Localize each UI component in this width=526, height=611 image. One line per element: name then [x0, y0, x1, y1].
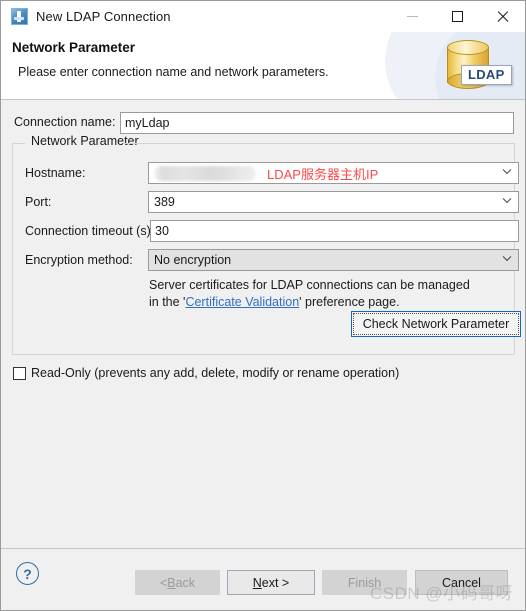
maximize-icon — [452, 11, 463, 22]
chevron-down-icon — [503, 170, 511, 178]
window-title: New LDAP Connection — [36, 9, 171, 24]
read-only-label: Read-Only (prevents any add, delete, mod… — [31, 366, 400, 380]
page-title: Network Parameter — [12, 40, 136, 55]
connection-timeout-input[interactable] — [150, 220, 519, 242]
minimize-button[interactable] — [390, 1, 435, 32]
connection-timeout-label: Connection timeout (s): — [25, 224, 155, 238]
chevron-down-icon — [503, 199, 511, 207]
connection-name-input[interactable] — [120, 112, 514, 134]
read-only-checkbox-row[interactable]: Read-Only (prevents any add, delete, mod… — [13, 366, 399, 380]
page-subtitle: Please enter connection name and network… — [18, 65, 329, 79]
hostname-label: Hostname: — [25, 166, 86, 180]
back-button: < Back — [135, 570, 220, 595]
help-icon[interactable]: ? — [16, 562, 39, 585]
window-controls — [390, 1, 525, 32]
finish-button: Finish — [322, 570, 407, 595]
ldap-app-icon — [11, 8, 28, 25]
back-button-suffix: ack — [175, 575, 196, 590]
port-combobox[interactable]: 389 — [148, 191, 519, 213]
hostname-combobox[interactable]: LDAP服务器主机IP — [148, 162, 519, 184]
connection-name-row: Connection name: — [1, 112, 525, 134]
dialog-body: Connection name: Network Parameter Hostn… — [1, 100, 525, 548]
cancel-button[interactable]: Cancel — [415, 570, 508, 595]
back-button-mnemonic: B — [167, 575, 176, 590]
cancel-button-label: Cancel — [442, 575, 481, 590]
maximize-button[interactable] — [435, 1, 480, 32]
title-bar: New LDAP Connection — [1, 1, 525, 32]
close-button[interactable] — [480, 1, 525, 32]
port-label: Port: — [25, 195, 52, 209]
network-parameter-group: Network Parameter Hostname: LDAP服务器主机IP … — [12, 134, 521, 355]
minimize-icon — [407, 16, 418, 17]
encryption-method-value: No encryption — [154, 253, 232, 267]
wizard-header: Network Parameter Please enter connectio… — [1, 32, 525, 100]
network-parameter-group-title: Network Parameter — [27, 134, 143, 148]
hostname-annotation: LDAP服务器主机IP — [267, 166, 379, 182]
certificate-help-text: Server certificates for LDAP connections… — [149, 277, 479, 311]
ldap-database-logo: LDAP — [439, 38, 517, 98]
next-button-suffix: ext > — [261, 575, 290, 590]
ldap-logo-label: LDAP — [461, 65, 512, 85]
next-button[interactable]: Next > — [227, 570, 315, 595]
read-only-checkbox[interactable] — [13, 366, 26, 380]
back-button-prefix: < — [159, 575, 168, 590]
encryption-method-combobox[interactable]: No encryption — [148, 249, 519, 271]
certificate-help-text-after: ' preference page. — [299, 295, 400, 309]
finish-button-label: Finish — [347, 575, 382, 590]
new-ldap-connection-dialog: New LDAP Connection Network Parameter Pl… — [0, 0, 526, 611]
certificate-validation-link[interactable]: Certificate Validation — [185, 295, 299, 309]
encryption-method-label: Encryption method: — [25, 253, 133, 267]
connection-name-label: Connection name: — [14, 115, 116, 129]
check-network-parameter-button[interactable]: Check Network Parameter — [351, 311, 521, 337]
hostname-redacted-value — [154, 165, 256, 181]
close-icon — [496, 10, 509, 23]
check-network-parameter-label: Check Network Parameter — [362, 317, 510, 331]
port-value: 389 — [154, 195, 175, 209]
chevron-down-icon — [503, 257, 511, 265]
next-button-mnemonic: N — [252, 575, 262, 590]
